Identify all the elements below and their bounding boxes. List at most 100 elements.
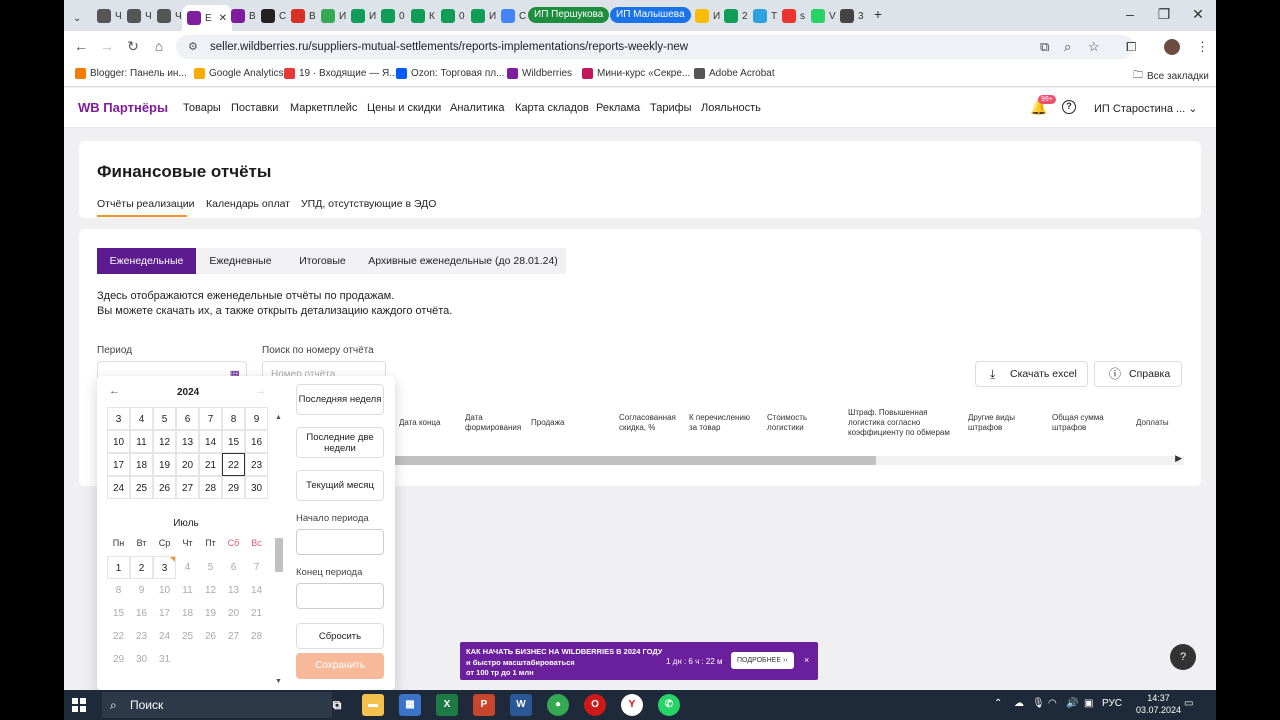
end-period-input[interactable] xyxy=(296,583,384,609)
calendar-day[interactable]: 9 xyxy=(130,579,153,602)
calendar-day[interactable]: 31 xyxy=(153,648,176,671)
calendar-day[interactable]: 10 xyxy=(107,430,130,453)
bookmark-item[interactable]: 19 · Входящие — Я... xyxy=(284,68,398,79)
segment-archive[interactable]: Архивные еженедельные (до 28.01.24) xyxy=(360,248,566,274)
tray-cloud-icon[interactable]: ☁ xyxy=(1014,698,1024,709)
calendar-day[interactable]: 15 xyxy=(222,430,245,453)
task-view-icon[interactable]: ⧉ xyxy=(326,694,348,716)
calendar-day[interactable]: 27 xyxy=(176,476,199,499)
powerpoint-icon[interactable]: P xyxy=(473,694,495,716)
minimize-icon[interactable]: – xyxy=(1120,6,1140,22)
browser-tab[interactable]: С xyxy=(496,5,531,27)
calendar-day[interactable]: 28 xyxy=(245,625,268,648)
language-indicator[interactable]: РУС xyxy=(1102,698,1122,709)
site-nav-item[interactable]: Лояльность xyxy=(701,102,761,114)
calendar-day[interactable]: 10 xyxy=(153,579,176,602)
calendar-day[interactable]: 22 xyxy=(107,625,130,648)
yandex-icon[interactable]: Y xyxy=(621,694,643,716)
calendar-day[interactable]: 14 xyxy=(245,579,268,602)
bookmark-item[interactable]: Мини-курс «Секре... xyxy=(582,68,690,79)
microphone-icon[interactable]: 🎙 xyxy=(1032,698,1045,709)
chrome-icon[interactable]: ● xyxy=(547,694,569,716)
calendar-day[interactable]: 11 xyxy=(176,579,199,602)
calendar-day[interactable]: 25 xyxy=(176,625,199,648)
promo-close-icon[interactable]: × xyxy=(804,655,809,665)
calendar-day[interactable]: 13 xyxy=(176,430,199,453)
word-icon[interactable]: W xyxy=(510,694,532,716)
browser-tab[interactable]: Е ✕ xyxy=(182,5,233,31)
close-window-icon[interactable]: ✕ xyxy=(1188,6,1208,23)
browser-tab[interactable]: К xyxy=(406,5,440,27)
site-nav-item[interactable]: Реклама xyxy=(596,102,640,114)
calendar-day[interactable]: 30 xyxy=(245,476,268,499)
calendar-day[interactable]: 28 xyxy=(199,476,222,499)
site-nav-item[interactable]: Товары xyxy=(183,102,221,114)
forward-icon[interactable]: → xyxy=(98,38,116,54)
download-excel-button[interactable]: ⤓ Скачать excel xyxy=(975,361,1088,387)
table-horizontal-scrollbar[interactable]: ▶ xyxy=(394,453,1184,465)
calendar-day[interactable]: 2 xyxy=(130,556,153,579)
calendar-day[interactable]: 20 xyxy=(222,602,245,625)
calendar-day[interactable]: 21 xyxy=(245,602,268,625)
bookmark-item[interactable]: Google Analytics xyxy=(194,68,284,79)
calendar-day[interactable]: 24 xyxy=(153,625,176,648)
reload-icon[interactable]: ↻ xyxy=(124,38,142,55)
browser-tab[interactable]: 0 xyxy=(436,5,470,27)
start-period-input[interactable] xyxy=(296,529,384,555)
calendar-day[interactable]: 3 xyxy=(153,556,176,579)
calendar-day[interactable]: 25 xyxy=(130,476,153,499)
new-tab-icon[interactable]: + xyxy=(868,6,888,22)
maximize-icon[interactable]: ❐ xyxy=(1154,6,1174,23)
tab-payment-calendar[interactable]: Календарь оплат xyxy=(206,198,290,210)
site-nav-item[interactable]: Карта складов xyxy=(515,102,589,114)
calendar-day[interactable]: 3 xyxy=(107,407,130,430)
taskbar-search[interactable]: ⌕ Поиск xyxy=(102,692,332,718)
browser-menu-icon[interactable]: ⋮ xyxy=(1196,39,1209,55)
browser-tab[interactable]: 0 xyxy=(376,5,410,27)
address-bar[interactable]: ⚙ seller.wildberries.ru/suppliers-mutual… xyxy=(176,35,1134,59)
bookmark-item[interactable]: Adobe Acrobat xyxy=(694,68,775,79)
last-week-button[interactable]: Последняя неделя xyxy=(296,384,384,415)
scroll-right-icon[interactable]: ▶ xyxy=(1175,453,1182,464)
help-reference-button[interactable]: ⓘ Справка xyxy=(1094,361,1182,387)
calendar-day[interactable]: 21 xyxy=(199,453,222,476)
calendar-day[interactable]: 11 xyxy=(130,430,153,453)
calendar-day[interactable]: 1 xyxy=(107,556,130,579)
all-bookmarks[interactable]: 🗀 Все закладки xyxy=(1133,68,1209,85)
save-button[interactable]: Сохранить xyxy=(296,653,384,679)
help-chat-button[interactable]: ? xyxy=(1170,644,1196,670)
calendar-day[interactable]: 26 xyxy=(199,625,222,648)
calendar-day[interactable]: 18 xyxy=(130,453,153,476)
calendar-day[interactable]: 27 xyxy=(222,625,245,648)
site-nav-item[interactable]: Аналитика xyxy=(450,102,504,114)
calendar-day[interactable]: 12 xyxy=(153,430,176,453)
extensions-icon[interactable]: ⧠ xyxy=(1126,39,1136,55)
bookmark-item[interactable]: Ozon: Торговая пл... xyxy=(396,68,504,79)
scroll-up-icon[interactable]: ▲ xyxy=(275,414,282,421)
opera-icon[interactable]: O xyxy=(584,694,606,716)
volume-icon[interactable]: 🔊 xyxy=(1066,698,1078,709)
zoom-icon[interactable]: ⌕ xyxy=(1064,39,1071,55)
calendar-day[interactable]: 18 xyxy=(176,602,199,625)
calendar-day[interactable]: 29 xyxy=(222,476,245,499)
windows-start-icon[interactable] xyxy=(72,698,86,712)
network-icon[interactable]: ◠ xyxy=(1048,698,1057,709)
calendar-day[interactable]: 17 xyxy=(107,453,130,476)
scrollbar-thumb[interactable] xyxy=(394,456,876,465)
calendar-day[interactable]: 20 xyxy=(176,453,199,476)
tab-group[interactable]: ИП Першукова xyxy=(528,7,610,23)
profile-avatar[interactable] xyxy=(1164,39,1180,55)
calendar-day[interactable]: 17 xyxy=(153,602,176,625)
current-month-button[interactable]: Текущий месяц xyxy=(296,470,384,501)
help-icon[interactable]: ? xyxy=(1062,100,1076,114)
tray-chevron-icon[interactable]: ⌃ xyxy=(994,698,1002,709)
calendar-scrollbar[interactable]: ▲ ▼ xyxy=(275,414,283,685)
calendar-day[interactable]: 16 xyxy=(245,430,268,453)
tab-sales-reports[interactable]: Отчёты реализации xyxy=(97,198,194,210)
calendar-day[interactable]: 9 xyxy=(245,407,268,430)
tab-group[interactable]: ИП Малышева xyxy=(610,7,691,23)
calendar-day[interactable]: 13 xyxy=(222,579,245,602)
notifications-icon[interactable]: ▭ xyxy=(1184,698,1193,709)
calendar-day[interactable]: 6 xyxy=(222,556,245,579)
prev-year-icon[interactable]: ← xyxy=(109,385,120,397)
